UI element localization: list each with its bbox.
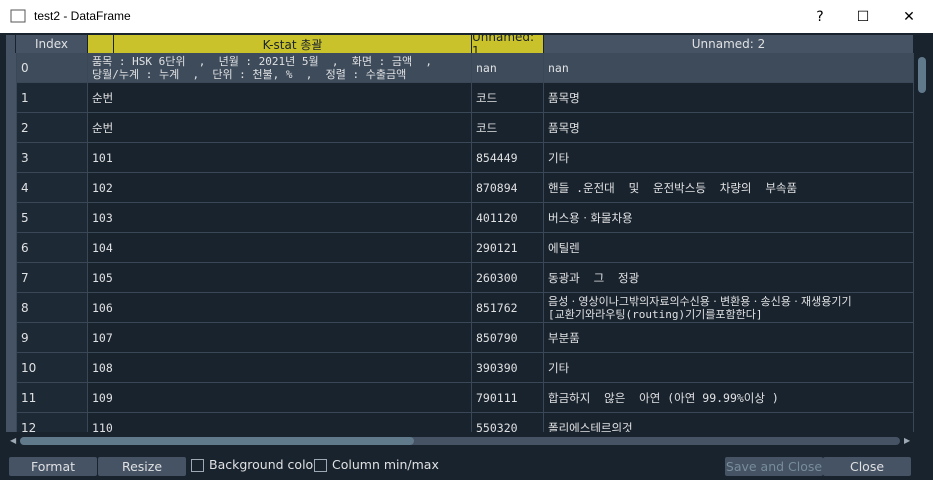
cell-col1[interactable]: 870894 bbox=[472, 173, 544, 203]
row-index[interactable]: 2 bbox=[16, 113, 88, 143]
cell-col1[interactable]: nan bbox=[472, 53, 544, 83]
help-icon: ? bbox=[816, 8, 824, 25]
window-title: test2 - DataFrame bbox=[34, 9, 131, 23]
horizontal-scrollbar[interactable]: ◀ ▶ bbox=[6, 434, 914, 448]
save-and-close-button[interactable]: Save and Close bbox=[725, 457, 823, 476]
cell-col2[interactable]: 기타 bbox=[544, 143, 914, 173]
table-row[interactable]: 5 103 401120 버스용ㆍ화물차용 bbox=[6, 203, 914, 233]
cell-col0[interactable]: 107 bbox=[88, 323, 472, 353]
cell-col2[interactable]: 기타 bbox=[544, 353, 914, 383]
cell-col0[interactable]: 101 bbox=[88, 143, 472, 173]
vertical-scrollbar[interactable] bbox=[915, 53, 929, 432]
cell-col2[interactable]: 핸들 .운전대 및 운전박스등 차량의 부속품 bbox=[544, 173, 914, 203]
cell-col2[interactable]: 버스용ㆍ화물차용 bbox=[544, 203, 914, 233]
cell-col2[interactable]: 에틸렌 bbox=[544, 233, 914, 263]
cell-col2[interactable]: 품목명 bbox=[544, 83, 914, 113]
cell-col2[interactable]: 합금하지 않은 아연 (아연 99.99%이상 ) bbox=[544, 383, 914, 413]
table-row[interactable]: 0 품목 : HSK 6단위 , 년월 : 2021년 5월 , 화면 : 금액 … bbox=[6, 53, 914, 83]
cell-col1[interactable]: 850790 bbox=[472, 323, 544, 353]
dataframe-table[interactable]: Index K-stat 총괄 Unnamed: 1 Unnamed: 2 0품… bbox=[6, 35, 914, 432]
cell-col1[interactable]: 260300 bbox=[472, 263, 544, 293]
row-index[interactable]: 10 bbox=[16, 353, 88, 383]
close-icon: ✕ bbox=[903, 8, 915, 25]
maximize-button[interactable]: ☐ bbox=[840, 0, 886, 33]
close-button[interactable]: Close bbox=[823, 457, 911, 476]
cell-col0[interactable]: 110 bbox=[88, 413, 472, 432]
cell-col2[interactable]: 품목명 bbox=[544, 113, 914, 143]
cell-col2[interactable]: 폴리에스테르의것 bbox=[544, 413, 914, 432]
column-header-0[interactable]: K-stat 총괄 bbox=[114, 35, 472, 53]
row-index[interactable]: 3 bbox=[16, 143, 88, 173]
cell-col0[interactable]: 102 bbox=[88, 173, 472, 203]
cell-col0[interactable]: 103 bbox=[88, 203, 472, 233]
column-minmax-checkbox[interactable] bbox=[314, 459, 327, 472]
table-row[interactable]: 4 102 870894 핸들 .운전대 및 운전박스등 차량의 부속품 bbox=[6, 173, 914, 203]
header-spacer bbox=[88, 35, 114, 53]
column-header-1[interactable]: Unnamed: 1 bbox=[472, 35, 544, 58]
table-row[interactable]: 7 105 260300 동광과 그 정광 bbox=[6, 263, 914, 293]
index-header[interactable]: Index bbox=[16, 35, 88, 53]
cell-col1[interactable]: 390390 bbox=[472, 353, 544, 383]
cell-col0[interactable]: 104 bbox=[88, 233, 472, 263]
table-row[interactable]: 1 순번 코드 품목명 bbox=[6, 83, 914, 113]
row-index[interactable]: 5 bbox=[16, 203, 88, 233]
table-row[interactable]: 11 109 790111 합금하지 않은 아연 (아연 99.99%이상 ) bbox=[6, 383, 914, 413]
cell-col2[interactable]: nan bbox=[544, 53, 914, 83]
cell-col1[interactable]: 851762 bbox=[472, 293, 544, 323]
row-index[interactable]: 6 bbox=[16, 233, 88, 263]
cell-col1[interactable]: 290121 bbox=[472, 233, 544, 263]
cell-line: 품목 : HSK 6단위 , 년월 : 2021년 5월 , 화면 : 금액 , bbox=[92, 54, 432, 68]
cell-line: [교환기와라우팅(routing)기기를포함한다] bbox=[548, 307, 763, 321]
table-row[interactable]: 6 104 290121 에틸렌 bbox=[6, 233, 914, 263]
row-index[interactable]: 9 bbox=[16, 323, 88, 353]
cell-col0[interactable]: 품목 : HSK 6단위 , 년월 : 2021년 5월 , 화면 : 금액 ,… bbox=[88, 53, 472, 83]
cell-col1[interactable]: 401120 bbox=[472, 203, 544, 233]
cell-col2[interactable]: 동광과 그 정광 bbox=[544, 263, 914, 293]
scroll-left-icon[interactable]: ◀ bbox=[10, 437, 16, 445]
column-minmax-label[interactable]: Column min/max bbox=[332, 457, 439, 472]
cell-col2[interactable]: 음성ㆍ영상이나그밖의자료의수신용ㆍ변환용ㆍ송신용ㆍ재생용기기 [교환기와라우팅(r… bbox=[544, 293, 914, 323]
horizontal-scroll-thumb[interactable] bbox=[20, 437, 414, 445]
cell-col0[interactable]: 순번 bbox=[88, 113, 472, 143]
maximize-icon: ☐ bbox=[856, 8, 870, 25]
background-color-label[interactable]: Background color bbox=[209, 457, 318, 472]
table-row[interactable]: 2 순번 코드 품목명 bbox=[6, 113, 914, 143]
row-index[interactable]: 0 bbox=[16, 53, 88, 83]
scroll-right-icon[interactable]: ▶ bbox=[904, 437, 910, 445]
cell-col1[interactable]: 854449 bbox=[472, 143, 544, 173]
cell-col1[interactable]: 550320 bbox=[472, 413, 544, 432]
table-row[interactable]: 8 106 851762 음성ㆍ영상이나그밖의자료의수신용ㆍ변환용ㆍ송신용ㆍ재생용기기… bbox=[6, 293, 914, 323]
title-bar: test2 - DataFrame ? ☐ ✕ bbox=[0, 0, 933, 33]
row-index[interactable]: 11 bbox=[16, 383, 88, 413]
resize-button[interactable]: Resize bbox=[98, 457, 186, 476]
table-row[interactable]: 12 110 550320 폴리에스테르의것 bbox=[6, 413, 914, 432]
close-window-button[interactable]: ✕ bbox=[886, 0, 932, 33]
background-color-checkbox[interactable] bbox=[191, 459, 204, 472]
cell-line: 당월/누계 : 누계 , 단위 : 천불, % , 정렬 : 수출금액 bbox=[92, 67, 407, 81]
column-header-2[interactable]: Unnamed: 2 bbox=[544, 35, 914, 53]
table-row[interactable]: 10 108 390390 기타 bbox=[6, 353, 914, 383]
row-index[interactable]: 12 bbox=[16, 413, 88, 432]
row-index[interactable]: 4 bbox=[16, 173, 88, 203]
table-row[interactable]: 3 101 854449 기타 bbox=[6, 143, 914, 173]
cell-col0[interactable]: 순번 bbox=[88, 83, 472, 113]
row-index[interactable]: 7 bbox=[16, 263, 88, 293]
cell-col0[interactable]: 109 bbox=[88, 383, 472, 413]
cell-col1[interactable]: 790111 bbox=[472, 383, 544, 413]
cell-col1[interactable]: 코드 bbox=[472, 113, 544, 143]
format-button[interactable]: Format bbox=[9, 457, 97, 476]
cell-col0[interactable]: 105 bbox=[88, 263, 472, 293]
row-index[interactable]: 8 bbox=[16, 293, 88, 323]
cell-line: 음성ㆍ영상이나그밖의자료의수신용ㆍ변환용ㆍ송신용ㆍ재생용기기 bbox=[548, 294, 852, 308]
vertical-scroll-thumb[interactable] bbox=[918, 57, 926, 93]
row-index[interactable]: 1 bbox=[16, 83, 88, 113]
cell-col2[interactable]: 부분품 bbox=[544, 323, 914, 353]
app-icon bbox=[10, 9, 26, 23]
cell-col0[interactable]: 108 bbox=[88, 353, 472, 383]
cell-col1[interactable]: 코드 bbox=[472, 83, 544, 113]
cell-col0[interactable]: 106 bbox=[88, 293, 472, 323]
help-button[interactable]: ? bbox=[795, 0, 845, 33]
header-corner bbox=[6, 35, 16, 53]
table-row[interactable]: 9 107 850790 부분품 bbox=[6, 323, 914, 353]
